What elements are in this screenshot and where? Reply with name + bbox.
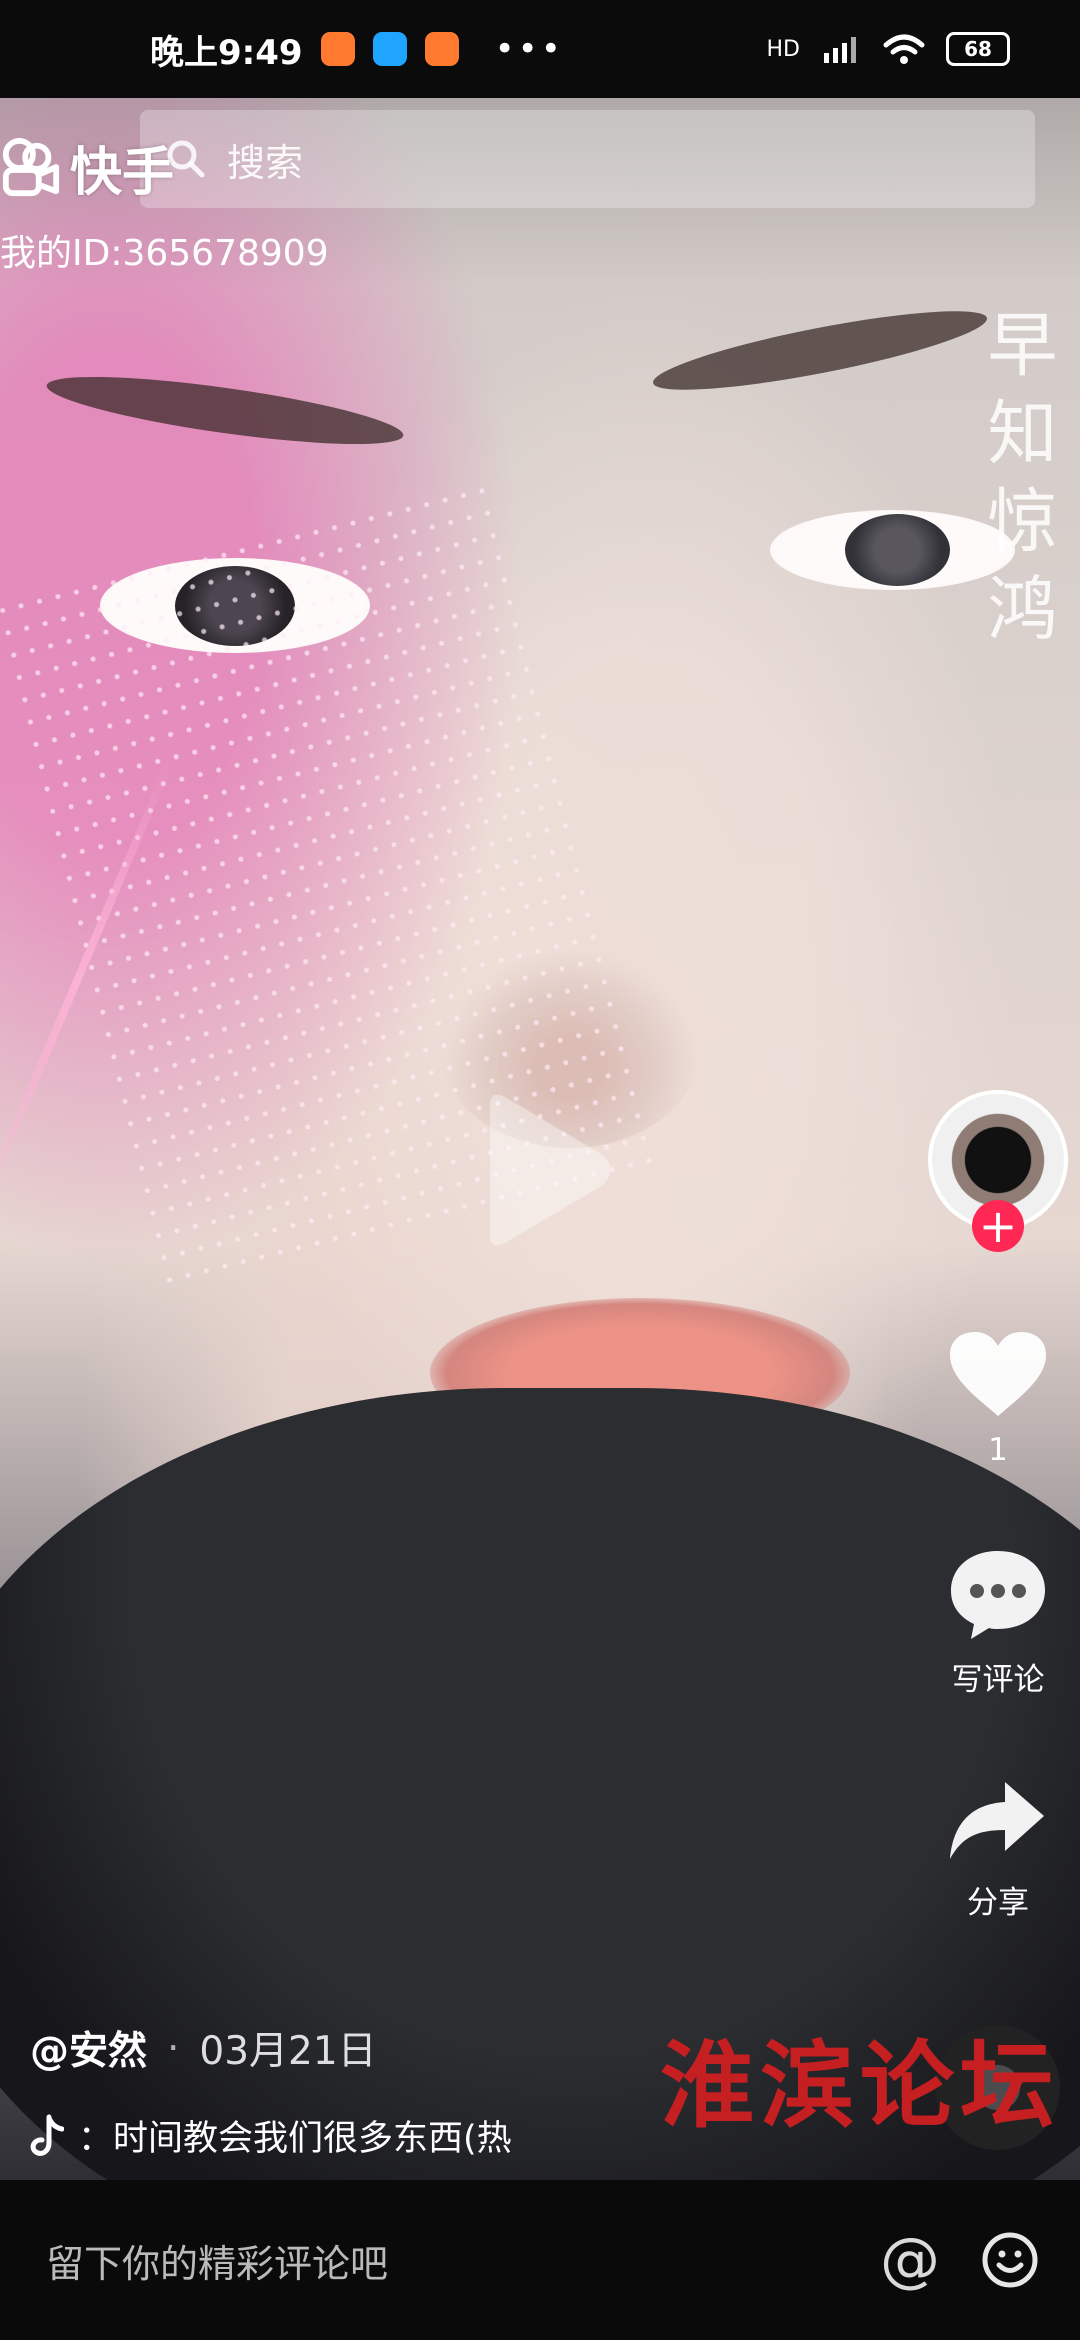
status-time: 晚上9:49 bbox=[150, 32, 303, 73]
author-date-row: @安然 · 03月21日 bbox=[30, 2020, 512, 2076]
share-icon bbox=[950, 1782, 1044, 1859]
play-icon[interactable] bbox=[465, 1085, 625, 1255]
comment-button[interactable]: 写评论 bbox=[928, 1546, 1068, 1699]
calligraphy-overlay: 早知惊鸿 bbox=[976, 308, 1058, 660]
network-type-label: HD bbox=[766, 36, 800, 62]
status-right: HD 68 bbox=[767, 32, 1010, 66]
share-label: 分享 bbox=[967, 1885, 1029, 1921]
battery-indicator: 68 bbox=[946, 32, 1010, 66]
creator-avatar-button[interactable]: + bbox=[928, 1090, 1068, 1252]
kuaishou-logo: 快手 bbox=[0, 130, 174, 205]
watermark-logo: 淮滨论坛 bbox=[660, 2031, 1061, 2141]
mention-button[interactable]: @ bbox=[880, 2225, 940, 2295]
follow-plus-icon[interactable]: + bbox=[972, 1200, 1024, 1252]
search-input[interactable]: 搜索 bbox=[140, 110, 1035, 208]
comment-input[interactable]: 留下你的精彩评论吧 bbox=[46, 2233, 388, 2288]
song-title: ：时间教会我们很多东西(热 bbox=[78, 2119, 512, 2159]
notification-app-icon bbox=[320, 32, 355, 66]
share-button[interactable]: 分享 bbox=[928, 1777, 1068, 1922]
post-date: 03月21日 bbox=[199, 2029, 377, 2074]
comment-input-bar[interactable]: 留下你的精彩评论吧 @ bbox=[0, 2180, 1080, 2340]
heart-icon bbox=[950, 1332, 1046, 1416]
video-caption: @安然 · 03月21日 ：时间教会我们很多东西(热 bbox=[30, 2020, 512, 2161]
song-row[interactable]: ：时间教会我们很多东西(热 bbox=[30, 2110, 512, 2161]
comment-icon bbox=[951, 1551, 1045, 1639]
status-bar: 晚上9:49 ••• HD 68 bbox=[0, 0, 1080, 98]
right-eyebrow bbox=[648, 295, 992, 406]
kuaishou-logo-icon bbox=[2, 137, 60, 196]
more-notifications-icon: ••• bbox=[494, 29, 564, 69]
side-action-column: + 1 写评论 分享 bbox=[928, 1090, 1068, 1922]
like-count: 1 bbox=[988, 1432, 1008, 1468]
dot-separator: · bbox=[167, 2025, 180, 2071]
comment-tools: @ bbox=[880, 2225, 1040, 2295]
left-eyebrow bbox=[43, 363, 407, 458]
signal-icon bbox=[824, 37, 856, 63]
notification-app-icon bbox=[372, 32, 407, 66]
search-placeholder: 搜索 bbox=[227, 140, 304, 185]
notification-app-icon bbox=[424, 32, 459, 66]
author-name[interactable]: @安然 bbox=[30, 2020, 147, 2076]
status-left: 晚上9:49 ••• bbox=[150, 25, 564, 74]
wifi-icon bbox=[883, 34, 925, 64]
user-id-label: 我的ID:365678909 bbox=[0, 233, 329, 274]
like-button[interactable]: 1 bbox=[928, 1330, 1068, 1468]
smile-icon[interactable] bbox=[980, 2230, 1040, 2290]
comment-label: 写评论 bbox=[951, 1662, 1045, 1698]
kuaishou-logo-text: 快手 bbox=[70, 143, 175, 203]
right-iris bbox=[845, 514, 950, 586]
music-note-icon bbox=[30, 2114, 64, 2156]
